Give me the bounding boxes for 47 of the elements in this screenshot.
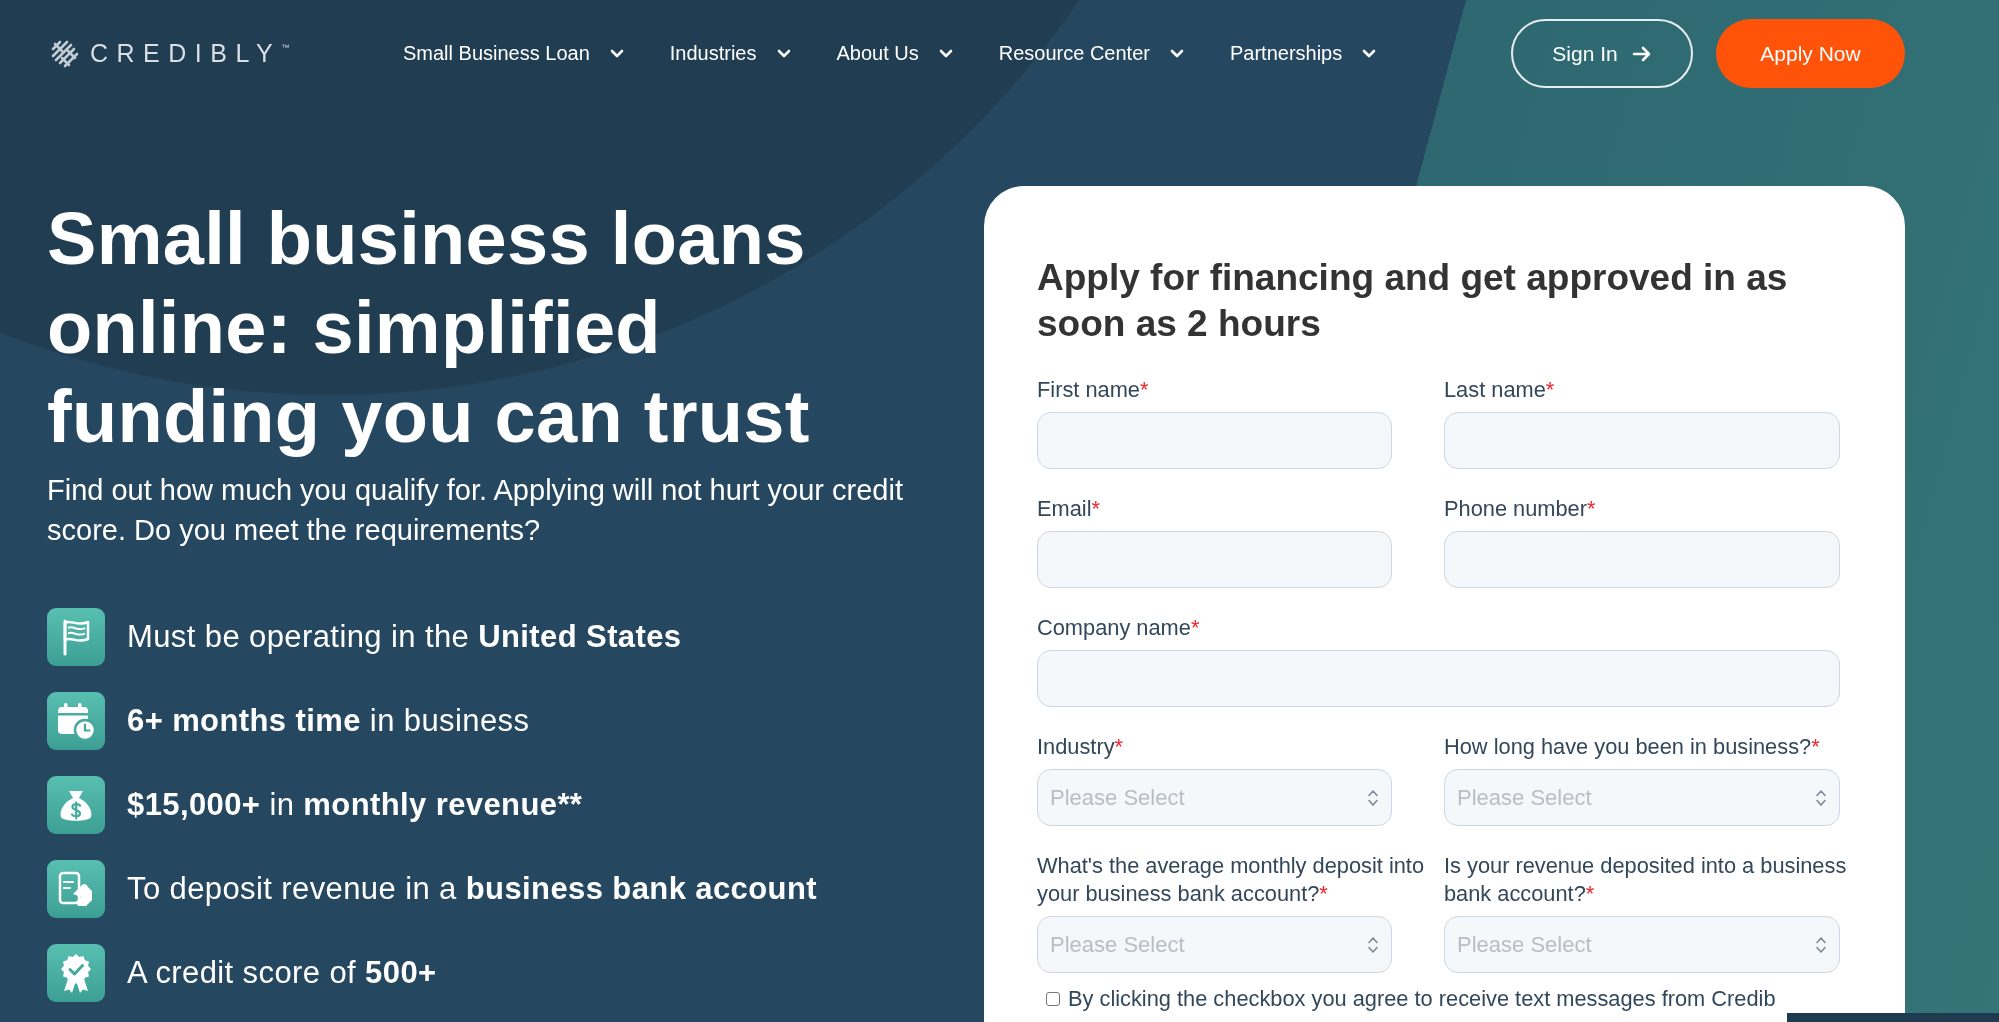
- consent-text: By clicking the checkbox you agree to receive text messages from Credib: [1068, 986, 1776, 1012]
- field-label: First name*: [1037, 376, 1150, 404]
- text-input[interactable]: [1037, 412, 1392, 469]
- logo-wordmark[interactable]: CREDIBLY$^{™}$: [90, 39, 290, 68]
- checkbox[interactable]: [1046, 992, 1060, 1006]
- updown-chevron-icon: [1367, 934, 1379, 955]
- logo-icon[interactable]: [50, 38, 80, 69]
- calendar-clock-icon: [47, 692, 105, 750]
- field-label: Industry*: [1037, 733, 1125, 761]
- text-input[interactable]: [1037, 650, 1840, 707]
- sign-in-button[interactable]: Sign In: [1511, 19, 1693, 88]
- updown-chevron-icon: [1815, 787, 1827, 808]
- nav-link[interactable]: Small Business Loan: [403, 42, 624, 65]
- requirement-text: To deposit revenue in a business bank account: [127, 871, 817, 907]
- nav-link[interactable]: About Us: [836, 42, 953, 65]
- chevron-down-icon: [1362, 49, 1377, 58]
- field-label: Email*: [1037, 495, 1101, 523]
- text-input[interactable]: [1037, 531, 1392, 588]
- requirement-text: A credit score of 500+: [127, 955, 437, 991]
- requirement-text: $15,000+ in monthly revenue**: [127, 787, 583, 823]
- text-input[interactable]: [1444, 412, 1840, 469]
- arrow-right-icon: [1631, 44, 1652, 63]
- requirement-text: 6+ months time in business: [127, 703, 530, 739]
- field-label: How long have you been in business?*: [1444, 733, 1821, 761]
- chevron-down-icon: [776, 49, 791, 58]
- requirement-text: Must be operating in the United States: [127, 619, 682, 655]
- hero-subtitle: Find out how much you qualify for. Applying will not hurt your credit score. Do you meet the requirements?: [47, 473, 904, 548]
- hand-card-icon: [47, 860, 105, 918]
- field-label: Company name*: [1037, 614, 1201, 642]
- text-input[interactable]: [1444, 531, 1840, 588]
- field-label: What's the average monthly deposit into your business bank account?*: [1037, 852, 1426, 908]
- field-label: Is your revenue deposited into a business bank account?*: [1444, 852, 1848, 908]
- flag-icon: [47, 608, 105, 666]
- money-bag-icon: [47, 776, 105, 834]
- hero-heading: Small business loans online: simplified funding you can trust: [47, 196, 811, 460]
- form-title: Apply for financing and get approved in as soon as 2 hours: [1037, 256, 1789, 346]
- field-label: Last name*: [1444, 376, 1556, 404]
- field-label: Phone number*: [1444, 495, 1597, 523]
- chevron-down-icon: [1169, 49, 1184, 58]
- chevron-down-icon: [938, 49, 953, 58]
- nav-link[interactable]: Resource Center: [998, 42, 1184, 65]
- chevron-down-icon: [609, 49, 624, 58]
- nav-link[interactable]: Partnerships: [1229, 42, 1377, 65]
- badge-check-icon: [47, 944, 105, 1002]
- updown-chevron-icon: [1815, 934, 1827, 955]
- nav-link[interactable]: Industries: [669, 42, 791, 65]
- updown-chevron-icon: [1367, 787, 1379, 808]
